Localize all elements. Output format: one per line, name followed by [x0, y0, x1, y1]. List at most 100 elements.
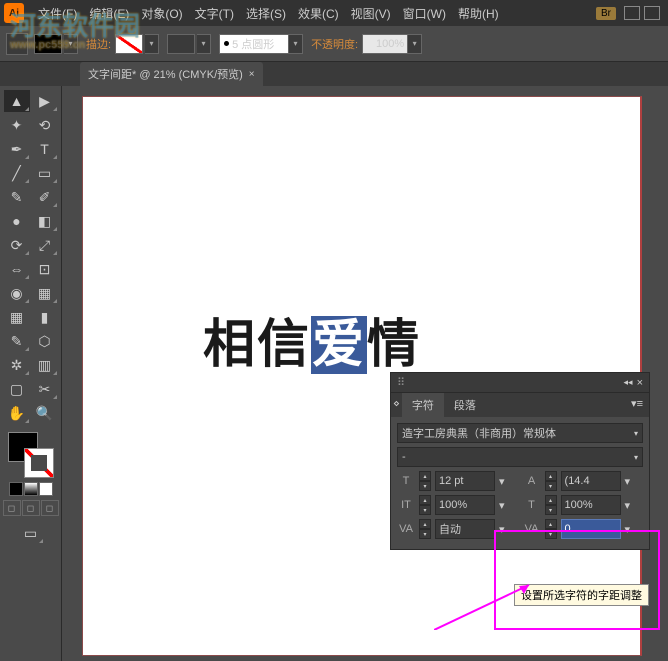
text-part-b: 情 — [367, 316, 421, 374]
menu-view[interactable]: 视图(V) — [345, 5, 397, 22]
font-family-field[interactable]: 造字工房典黑（非商用）常规体▾ — [397, 423, 643, 443]
fill-dropdown[interactable] — [64, 34, 78, 54]
kerning-field[interactable]: 自动 — [435, 519, 495, 539]
slice-tool[interactable]: ✂ — [32, 378, 58, 400]
tracking-dropdown[interactable]: ▾ — [625, 523, 631, 536]
kerning-icon: VA — [397, 520, 415, 538]
draw-normal[interactable]: ◻ — [3, 500, 21, 516]
leading-field[interactable]: (14.4 — [561, 471, 621, 491]
leading-dropdown[interactable]: ▾ — [625, 475, 631, 488]
menu-file[interactable]: 文件(F) — [32, 5, 83, 22]
menu-help[interactable]: 帮助(H) — [452, 5, 505, 22]
kerning-dropdown[interactable]: ▾ — [499, 523, 505, 536]
panel-close-icon[interactable]: × — [637, 377, 643, 389]
stroke-swatch[interactable] — [115, 34, 143, 54]
tab-title: 文字间距* @ 21% (CMYK/预览) — [88, 66, 243, 82]
hscale-spinner[interactable]: ▴▾ — [545, 495, 557, 515]
stroke-dropdown[interactable] — [145, 34, 159, 54]
color-mode-gradient[interactable] — [24, 482, 38, 496]
draw-inside[interactable]: ◻ — [41, 500, 59, 516]
menu-window[interactable]: 窗口(W) — [397, 5, 452, 22]
screen-mode[interactable]: ▭ — [18, 522, 44, 544]
hscale-dropdown[interactable]: ▾ — [625, 499, 631, 512]
stroke-weight[interactable] — [167, 34, 195, 54]
magic-wand-tool[interactable]: ✦ — [4, 114, 30, 136]
text-selected: 爱 — [311, 316, 367, 374]
selection-tool[interactable]: ▲ — [4, 90, 30, 112]
panel-collapse-icon[interactable]: ◂◂ — [624, 377, 633, 388]
font-style-field[interactable]: -▾ — [397, 447, 643, 467]
tab-close-icon[interactable]: × — [249, 69, 255, 80]
hscale-icon: T — [523, 496, 541, 514]
shapebuilder-tool[interactable]: ◉ — [4, 282, 30, 304]
direct-selection-tool[interactable]: ▶ — [32, 90, 58, 112]
eyedropper-tool[interactable]: ✎ — [4, 330, 30, 352]
font-size-field[interactable]: 12 pt — [435, 471, 495, 491]
tab-character[interactable]: 字符 — [402, 393, 444, 417]
pen-tool[interactable]: ✒ — [4, 138, 30, 160]
rotate-tool[interactable]: ⟳ — [4, 234, 30, 256]
tooltip: 设置所选字符的字距调整 — [514, 584, 649, 606]
graph-tool[interactable]: ▥ — [32, 354, 58, 376]
tracking-field[interactable]: 0 — [561, 519, 621, 539]
artboard-tool[interactable]: ▢ — [4, 378, 30, 400]
draw-behind[interactable]: ◻ — [22, 500, 40, 516]
fill-stroke-control[interactable] — [8, 432, 54, 478]
kerning-spinner[interactable]: ▴▾ — [419, 519, 431, 539]
type-tool[interactable]: T — [32, 138, 58, 160]
tracking-spinner[interactable]: ▴▾ — [545, 519, 557, 539]
zoom-tool[interactable]: 🔍 — [32, 402, 58, 424]
mesh-tool[interactable]: ▦ — [4, 306, 30, 328]
perspective-tool[interactable]: ▦ — [32, 282, 58, 304]
stroke-profile-dropdown[interactable] — [289, 34, 303, 54]
hand-tool[interactable]: ✋ — [4, 402, 30, 424]
layout-icon[interactable] — [624, 6, 640, 20]
panel-header[interactable]: ⠿ ◂◂ × — [391, 373, 649, 393]
character-panel: ⠿ ◂◂ × ⋄ 字符 段落 ▾≡ 造字工房典黑（非商用）常规体▾ -▾ T ▴… — [390, 372, 650, 550]
leading-icon: A — [523, 472, 541, 490]
selection-indicator — [6, 33, 28, 55]
color-mode-none[interactable] — [39, 482, 53, 496]
blob-brush-tool[interactable]: ● — [4, 210, 30, 232]
color-mode-solid[interactable] — [9, 482, 23, 496]
panel-toggle-icon[interactable]: ⋄ — [391, 393, 402, 417]
artwork-text[interactable]: 相信爱情 — [203, 302, 421, 377]
blend-tool[interactable]: ⬡ — [32, 330, 58, 352]
tab-paragraph[interactable]: 段落 — [444, 393, 486, 417]
fill-swatch[interactable] — [34, 34, 62, 54]
size-dropdown[interactable]: ▾ — [499, 475, 505, 488]
stroke-weight-dropdown[interactable] — [197, 34, 211, 54]
scale-tool[interactable]: ⤢ — [32, 234, 58, 256]
leading-spinner[interactable]: ▴▾ — [545, 471, 557, 491]
free-transform-tool[interactable]: ⊡ — [32, 258, 58, 280]
opacity-dropdown[interactable] — [408, 34, 422, 54]
stroke-color[interactable] — [24, 448, 54, 478]
document-tab[interactable]: 文字间距* @ 21% (CMYK/预览) × — [80, 62, 263, 86]
lasso-tool[interactable]: ⟲ — [32, 114, 58, 136]
panel-grip-icon[interactable]: ⠿ — [397, 376, 407, 389]
size-spinner[interactable]: ▴▾ — [419, 471, 431, 491]
menu-type[interactable]: 文字(T) — [189, 5, 240, 22]
vscale-spinner[interactable]: ▴▾ — [419, 495, 431, 515]
symbol-sprayer-tool[interactable]: ✲ — [4, 354, 30, 376]
line-tool[interactable]: ╱ — [4, 162, 30, 184]
layout-icon-2[interactable] — [644, 6, 660, 20]
paintbrush-tool[interactable]: ✎ — [4, 186, 30, 208]
pencil-tool[interactable]: ✐ — [32, 186, 58, 208]
width-tool[interactable]: ⇔ — [4, 258, 30, 280]
hscale-field[interactable]: 100% — [561, 495, 621, 515]
vscale-dropdown[interactable]: ▾ — [499, 499, 505, 512]
menu-edit[interactable]: 编辑(E) — [83, 5, 135, 22]
menu-select[interactable]: 选择(S) — [240, 5, 292, 22]
bridge-button[interactable]: Br — [596, 7, 616, 20]
opacity-field[interactable]: 100% — [362, 34, 408, 54]
gradient-tool[interactable]: ▮ — [32, 306, 58, 328]
menu-effect[interactable]: 效果(C) — [292, 5, 345, 22]
tracking-icon: VA — [523, 520, 541, 538]
rectangle-tool[interactable]: ▭ — [32, 162, 58, 184]
menu-object[interactable]: 对象(O) — [135, 5, 188, 22]
stroke-profile[interactable]: 5 点圆形 — [219, 34, 289, 54]
panel-menu-icon[interactable]: ▾≡ — [625, 393, 649, 417]
vscale-field[interactable]: 100% — [435, 495, 495, 515]
eraser-tool[interactable]: ◧ — [32, 210, 58, 232]
